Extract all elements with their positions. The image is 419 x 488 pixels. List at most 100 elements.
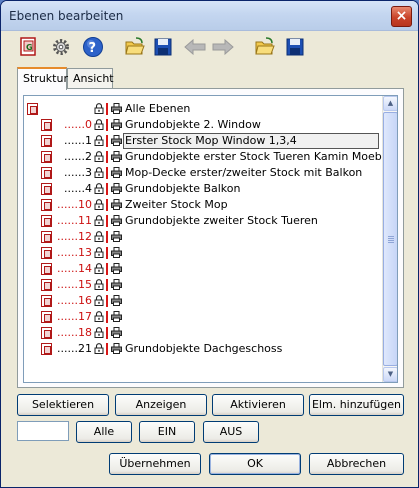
layer-color-marker bbox=[106, 135, 108, 147]
lock-icon[interactable] bbox=[94, 295, 104, 306]
layer-icon[interactable] bbox=[41, 343, 52, 355]
printer-icon[interactable] bbox=[111, 103, 122, 114]
lock-icon[interactable] bbox=[94, 263, 104, 274]
arrow-left-icon[interactable] bbox=[183, 35, 207, 59]
layer-row[interactable]: ......1 Erster Stock Mop Window 1,3,4 bbox=[24, 133, 384, 149]
layer-row-all[interactable]: Alle Ebenen bbox=[24, 101, 384, 117]
printer-icon[interactable] bbox=[111, 279, 122, 290]
lock-icon[interactable] bbox=[94, 311, 104, 322]
tab-struktur[interactable]: Struktur bbox=[17, 67, 68, 90]
layer-row[interactable]: ......16 bbox=[24, 293, 384, 309]
save-icon[interactable] bbox=[283, 35, 307, 59]
apply-button[interactable]: Übernehmen bbox=[109, 453, 201, 475]
gear-icon[interactable] bbox=[49, 35, 73, 59]
scroll-down-button[interactable]: ▼ bbox=[383, 367, 397, 382]
layer-list[interactable]: Alle Ebenen ......0 Grundobjekte 2. Window… bbox=[23, 95, 398, 383]
open-folder-icon[interactable] bbox=[253, 35, 277, 59]
layer-icon[interactable] bbox=[41, 215, 52, 227]
help-icon[interactable]: ? bbox=[81, 35, 105, 59]
printer-icon[interactable] bbox=[111, 247, 122, 258]
lock-icon[interactable] bbox=[94, 343, 104, 354]
cancel-button[interactable]: Abbrechen bbox=[309, 453, 404, 475]
select-button[interactable]: Selektieren bbox=[17, 394, 109, 416]
layer-icon[interactable] bbox=[27, 103, 38, 115]
printer-icon[interactable] bbox=[111, 119, 122, 130]
layer-number: ......15 bbox=[57, 278, 92, 291]
lock-icon[interactable] bbox=[94, 167, 104, 178]
layer-icon[interactable] bbox=[41, 327, 52, 339]
layer-icon[interactable] bbox=[41, 199, 52, 211]
open-folder-icon[interactable] bbox=[123, 35, 147, 59]
layer-row[interactable]: ......14 bbox=[24, 261, 384, 277]
layer-color-marker bbox=[106, 327, 108, 339]
add-element-button[interactable]: Elm. hinzufügen bbox=[309, 394, 404, 416]
printer-icon[interactable] bbox=[111, 135, 122, 146]
lock-icon[interactable] bbox=[94, 327, 104, 338]
layer-icon[interactable] bbox=[41, 135, 52, 147]
layer-row[interactable]: ......15 bbox=[24, 277, 384, 293]
show-button[interactable]: Anzeigen bbox=[115, 394, 207, 416]
lock-icon[interactable] bbox=[94, 231, 104, 242]
save-icon[interactable] bbox=[151, 35, 175, 59]
layer-row[interactable]: ......12 bbox=[24, 229, 384, 245]
printer-icon[interactable] bbox=[111, 183, 122, 194]
on-button[interactable]: EIN bbox=[139, 421, 195, 443]
all-button[interactable]: Alle bbox=[76, 421, 132, 443]
layer-row[interactable]: ......0 Grundobjekte 2. Window bbox=[24, 117, 384, 133]
printer-icon[interactable] bbox=[111, 343, 122, 354]
printer-icon[interactable] bbox=[111, 199, 122, 210]
layer-icon[interactable] bbox=[41, 279, 52, 291]
arrow-right-icon[interactable] bbox=[211, 35, 235, 59]
layer-color-marker bbox=[106, 279, 108, 291]
lock-icon[interactable] bbox=[94, 215, 104, 226]
tab-ansicht[interactable]: Ansicht bbox=[67, 68, 114, 89]
layer-icon[interactable] bbox=[41, 311, 52, 323]
layer-row[interactable]: ......3 Mop-Decke erster/zweiter Stock mi… bbox=[24, 165, 384, 181]
layer-row[interactable]: ......11 Grundobjekte zweiter Stock Tuere… bbox=[24, 213, 384, 229]
lock-icon[interactable] bbox=[94, 135, 104, 146]
layer-icon[interactable] bbox=[41, 295, 52, 307]
layer-row[interactable]: ......2 Grundobjekte erster Stock Tueren … bbox=[24, 149, 392, 165]
layer-number: ......18 bbox=[57, 326, 92, 339]
scroll-thumb[interactable] bbox=[383, 112, 397, 366]
vertical-scrollbar[interactable]: ▲ ▼ bbox=[382, 96, 397, 382]
layer-row[interactable]: ......10 Zweiter Stock Mop bbox=[24, 197, 384, 213]
layer-icon[interactable] bbox=[41, 263, 52, 275]
lock-icon[interactable] bbox=[94, 199, 104, 210]
layer-icon[interactable] bbox=[41, 119, 52, 131]
printer-icon[interactable] bbox=[111, 167, 122, 178]
lock-icon[interactable] bbox=[94, 151, 104, 162]
printer-icon[interactable] bbox=[111, 151, 122, 162]
layer-icon[interactable] bbox=[41, 167, 52, 179]
title-bar[interactable]: Ebenen bearbeiten × bbox=[1, 1, 418, 31]
ok-button[interactable]: OK bbox=[209, 453, 301, 475]
layer-row[interactable]: ......4 Grundobjekte Balkon bbox=[24, 181, 384, 197]
printer-icon[interactable] bbox=[111, 327, 122, 338]
lock-icon[interactable] bbox=[94, 119, 104, 130]
layer-row[interactable]: ......17 bbox=[24, 309, 384, 325]
printer-icon[interactable] bbox=[111, 215, 122, 226]
layer-icon[interactable] bbox=[41, 231, 52, 243]
layer-color-marker bbox=[106, 295, 108, 307]
layer-row[interactable]: ......18 bbox=[24, 325, 384, 341]
lock-icon[interactable] bbox=[94, 247, 104, 258]
layer-color-marker bbox=[106, 183, 108, 195]
printer-icon[interactable] bbox=[111, 295, 122, 306]
scroll-up-button[interactable]: ▲ bbox=[383, 96, 397, 111]
activate-button[interactable]: Aktivieren bbox=[212, 394, 304, 416]
printer-icon[interactable] bbox=[111, 311, 122, 322]
lock-icon[interactable] bbox=[94, 103, 104, 114]
lock-icon[interactable] bbox=[94, 279, 104, 290]
layer-icon[interactable] bbox=[41, 151, 52, 163]
lock-icon[interactable] bbox=[94, 183, 104, 194]
off-button[interactable]: AUS bbox=[203, 421, 259, 443]
layer-row[interactable]: ......21 Grundobjekte Dachgeschoss bbox=[24, 341, 384, 357]
layer-icon[interactable] bbox=[41, 183, 52, 195]
printer-icon[interactable] bbox=[111, 231, 122, 242]
layer-icon[interactable] bbox=[41, 247, 52, 259]
printer-icon[interactable] bbox=[111, 263, 122, 274]
filter-input[interactable] bbox=[17, 421, 69, 441]
close-button[interactable]: × bbox=[391, 6, 412, 27]
layer-row[interactable]: ......13 bbox=[24, 245, 384, 261]
layer-settings-icon[interactable]: G bbox=[17, 35, 41, 59]
